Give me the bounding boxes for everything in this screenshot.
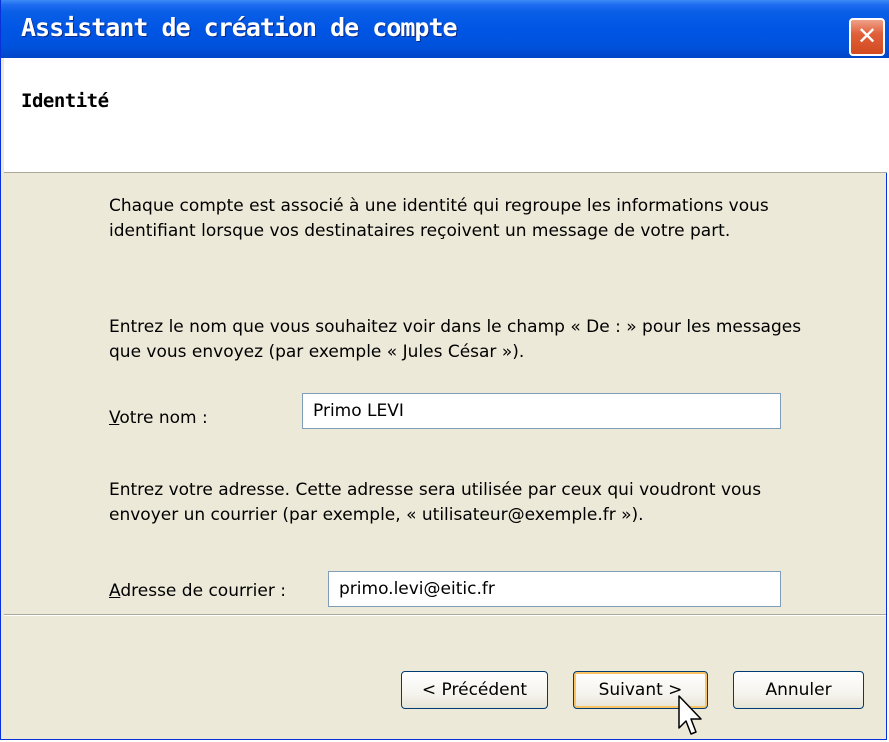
page-title: Identité xyxy=(21,90,109,112)
name-label: Votre nom : xyxy=(109,408,208,428)
email-field[interactable] xyxy=(328,571,781,607)
name-field[interactable] xyxy=(302,393,781,429)
name-label-text: otre nom : xyxy=(119,408,208,428)
email-label-text: dresse de courrier : xyxy=(120,581,286,601)
name-label-accesskey: V xyxy=(109,408,120,428)
email-label-accesskey: A xyxy=(109,581,121,601)
cancel-button[interactable]: Annuler xyxy=(733,671,864,709)
title-bar[interactable]: Assistant de création de compte ✕ xyxy=(1,0,889,58)
name-instructions: Entrez le nom que vous souhaitez voir da… xyxy=(109,317,802,362)
close-icon: ✕ xyxy=(856,22,878,50)
email-label: Adresse de courrier : xyxy=(109,581,286,601)
close-button[interactable]: ✕ xyxy=(849,18,885,56)
previous-button[interactable]: < Précédent xyxy=(401,671,548,709)
mouse-pointer-icon xyxy=(678,695,702,735)
email-instructions: Entrez votre adresse. Cette adresse sera… xyxy=(109,480,762,525)
window-title: Assistant de création de compte xyxy=(21,13,458,42)
footer-separator xyxy=(4,614,886,616)
intro-text: Chaque compte est associé à une identité… xyxy=(109,196,769,241)
wizard-window: Assistant de création de compte ✕ Identi… xyxy=(0,0,889,740)
wizard-header: Identité xyxy=(4,58,887,173)
